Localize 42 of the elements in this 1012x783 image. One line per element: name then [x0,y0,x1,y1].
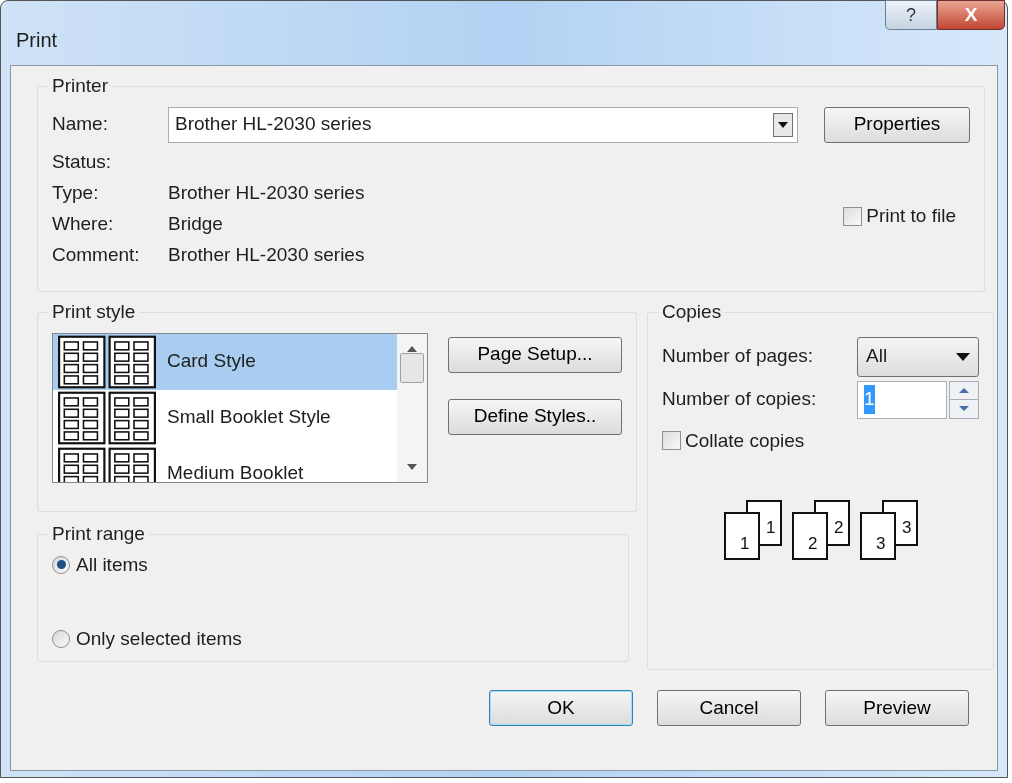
scroll-down-icon[interactable] [407,463,417,470]
info-label: Where: [52,211,115,236]
style-list-item[interactable]: Small Booklet Style [53,389,397,446]
style-button[interactable]: Page Setup... [448,336,622,373]
radio-button[interactable] [52,630,70,649]
pages-dropdown[interactable]: All [857,336,979,377]
group-label: Printer [51,74,109,98]
radio-label: All items [76,552,148,577]
dropdown-arrow-icon [956,352,970,361]
copies-spinner[interactable] [949,380,979,419]
checkbox-label: Print to file [866,204,956,228]
help-button[interactable]: ? [885,0,937,30]
info-label: Status: [52,149,113,174]
style-preview-icon [57,334,157,389]
scrollbar[interactable] [397,333,427,482]
dialog-button[interactable]: OK [489,690,633,726]
radio-button[interactable] [52,555,70,574]
scroll-thumb[interactable] [400,352,424,383]
window-title: Print [16,28,58,53]
dialog-button[interactable]: Cancel [657,690,801,726]
info-label: Type: [52,180,100,205]
radio-label: Only selected items [76,627,242,651]
info-value: Brother HL-2030 series [168,180,365,205]
group-label: Print range [51,522,146,546]
properties-button[interactable]: Properties [824,106,970,143]
field-label: Name: [52,112,109,137]
group-label: Copies [661,300,723,324]
field-label: Number of pages: [662,344,815,369]
style-list[interactable]: Card Style Small Booklet Style Medium Booklet [52,332,428,483]
printer-dropdown[interactable]: Brother HL-2030 series [168,106,798,143]
style-button[interactable]: Define Styles.. [448,398,622,435]
checkbox[interactable] [662,431,681,451]
group-label: Print style [51,300,137,324]
info-label: Comment: [52,242,141,267]
style-list-item[interactable]: Card Style [53,333,397,390]
info-value: Brother HL-2030 series [168,242,365,267]
field-label: Number of copies: [662,387,818,412]
checkbox[interactable] [843,206,863,226]
dialog-button[interactable]: Preview [825,690,969,726]
info-value: Bridge [168,211,223,236]
style-list-item[interactable]: Medium Booklet [53,445,397,482]
checkbox-label: Collate copies [685,428,805,453]
